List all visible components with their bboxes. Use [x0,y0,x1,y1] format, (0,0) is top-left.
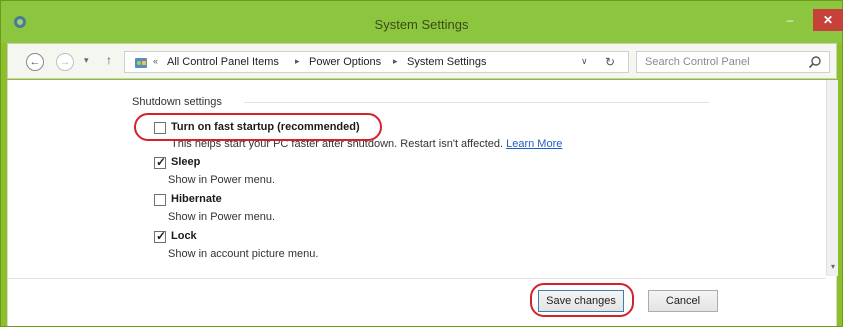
breadcrumb[interactable]: « All Control Panel Items ▸ Power Option… [124,51,629,73]
forward-button[interactable]: → [56,53,74,71]
recent-locations-dropdown[interactable]: ▾ [84,55,89,66]
highlight-annotation [134,113,382,141]
hibernate-description: Show in Power menu. [168,211,275,223]
sleep-checkbox[interactable]: ✓ [154,155,167,169]
breadcrumb-separator-icon: ▸ [393,56,398,66]
sleep-description: Show in Power menu. [168,174,275,186]
search-box[interactable]: Search Control Panel [636,51,830,73]
hibernate-checkbox[interactable] [154,194,166,206]
breadcrumb-separator-icon: ▸ [295,56,300,66]
checkmark-icon: ✓ [156,155,167,169]
learn-more-link[interactable]: Learn More [506,138,562,150]
window-title: System Settings [374,17,469,32]
search-icon[interactable] [808,55,822,69]
breadcrumb-system-settings[interactable]: System Settings [407,56,486,68]
address-bar: ← → ▾ ↑ « All Control Panel Items ▸ Powe… [7,43,837,79]
scroll-down-icon[interactable]: ▾ [827,262,839,274]
search-placeholder: Search Control Panel [645,56,750,68]
highlight-annotation [530,283,634,317]
breadcrumb-all-items[interactable]: All Control Panel Items [167,56,279,68]
cancel-button[interactable]: Cancel [648,290,718,312]
refresh-icon[interactable]: ↻ [605,55,615,69]
button-footer: Save changes Cancel [8,279,826,326]
breadcrumb-overflow[interactable]: « [153,56,158,66]
vertical-scrollbar[interactable]: ▾ [826,80,838,276]
breadcrumb-power-options[interactable]: Power Options [309,56,381,68]
hibernate-label[interactable]: Hibernate [171,193,222,205]
close-icon: ✕ [822,13,834,27]
shutdown-settings-heading: Shutdown settings [132,96,222,108]
minimize-button[interactable]: – [777,9,803,31]
settings-content: Shutdown settings Turn on fast startup (… [7,80,838,326]
group-divider [244,102,709,103]
lock-checkbox[interactable]: ✓ [154,229,167,243]
system-settings-window: System Settings – ✕ ← → ▾ ↑ « All Contro… [0,0,843,327]
back-arrow-icon: ← [29,56,41,68]
back-button[interactable]: ← [26,53,44,71]
sleep-label[interactable]: Sleep [171,156,200,168]
checkmark-icon: ✓ [156,229,167,243]
title-bar: System Settings – ✕ [1,1,843,43]
lock-label[interactable]: Lock [171,230,197,242]
minimize-icon: – [786,13,794,27]
up-arrow-icon: ↑ [106,53,112,67]
lock-description: Show in account picture menu. [168,248,319,260]
chevron-down-icon: ▾ [84,55,89,65]
close-button[interactable]: ✕ [813,9,843,31]
forward-arrow-icon: → [59,56,71,68]
control-panel-icon [135,58,147,68]
address-dropdown-icon[interactable]: ∨ [581,56,588,67]
up-button[interactable]: ↑ [106,53,112,67]
